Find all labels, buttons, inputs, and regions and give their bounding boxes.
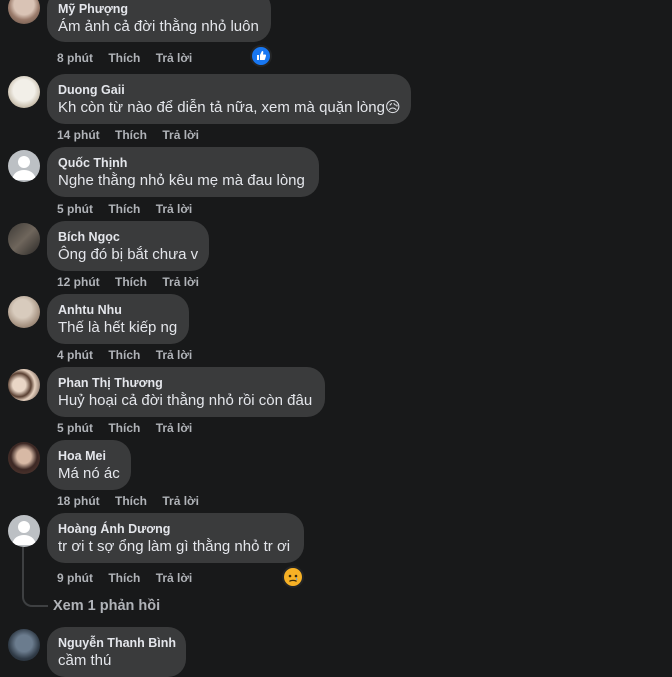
like-button[interactable]: Thích xyxy=(108,421,140,435)
like-button[interactable]: Thích xyxy=(115,494,147,508)
comment-actions: 8 phút Thích Trả lời xyxy=(57,51,204,65)
comment-text: Kh còn từ nào để diễn tả nữa, xem mà quặ… xyxy=(58,99,401,116)
comment-time[interactable]: 8 phút xyxy=(57,51,93,65)
reply-button[interactable]: Trả lời xyxy=(162,275,199,289)
comment-actions: 12 phút Thích Trả lời xyxy=(57,275,211,289)
comment-actions: 5 phút Thích Trả lời xyxy=(57,202,204,216)
comment-bubble: Nguyễn Thanh Bình cầm thú xyxy=(47,627,186,677)
reply-button[interactable]: Trả lời xyxy=(156,51,193,65)
reply-thread-elbow xyxy=(22,593,48,607)
comment-bubble: Phan Thị Thương Huỷ hoại cả đời thằng nh… xyxy=(47,367,325,417)
comment-actions: 14 phút Thích Trả lời xyxy=(57,128,211,142)
sad-reaction-icon[interactable] xyxy=(282,566,304,588)
like-button[interactable]: Thích xyxy=(108,348,140,362)
comment-time[interactable]: 12 phút xyxy=(57,275,100,289)
reply-button[interactable]: Trả lời xyxy=(156,348,193,362)
comment-time[interactable]: 5 phút xyxy=(57,421,93,435)
comment-actions: 18 phút Thích Trả lời xyxy=(57,494,211,508)
reply-button[interactable]: Trả lời xyxy=(162,494,199,508)
commenter-name[interactable]: Anhtu Nhu xyxy=(58,302,177,318)
reply-thread-line xyxy=(22,547,24,597)
comment-bubble: Anhtu Nhu Thế là hết kiếp ng xyxy=(47,294,189,344)
commenter-name[interactable]: Hoa Mei xyxy=(58,448,119,464)
comment-bubble: Mỹ Phượng Ám ảnh cả đời thằng nhỏ luôn xyxy=(47,0,271,42)
comment-time[interactable]: 9 phút xyxy=(57,571,93,585)
avatar[interactable] xyxy=(8,296,40,328)
comment-text: Thế là hết kiếp ng xyxy=(58,319,178,336)
comment-text: tr ơi t sợ ổng làm gì thằng nhỏ tr ơi xyxy=(58,538,291,555)
commenter-name[interactable]: Phan Thị Thương xyxy=(58,375,313,391)
reply-button[interactable]: Trả lời xyxy=(156,202,193,216)
comment-bubble: Duong Gaii Kh còn từ nào để diễn tả nữa,… xyxy=(47,74,411,124)
commenter-name[interactable]: Duong Gaii xyxy=(58,82,399,98)
like-button[interactable]: Thích xyxy=(108,571,140,585)
comment-text: Ông đó bị bắt chưa v xyxy=(58,246,199,263)
like-button[interactable]: Thích xyxy=(108,51,140,65)
comment-text: Ám ảnh cả đời thằng nhỏ luôn xyxy=(58,18,259,35)
comment-bubble: Bích Ngọc Ông đó bị bắt chưa v xyxy=(47,221,209,271)
avatar[interactable] xyxy=(8,223,40,255)
commenter-name[interactable]: Bích Ngọc xyxy=(58,229,197,245)
like-reaction-icon[interactable] xyxy=(250,45,272,67)
comment-bubble: Hoa Mei Má nó ác xyxy=(47,440,131,490)
avatar[interactable] xyxy=(8,442,40,474)
reply-button[interactable]: Trả lời xyxy=(162,128,199,142)
like-button[interactable]: Thích xyxy=(108,202,140,216)
comment-text: Má nó ác xyxy=(58,465,120,482)
comment-time[interactable]: 5 phút xyxy=(57,202,93,216)
like-button[interactable]: Thích xyxy=(115,275,147,289)
comment-time[interactable]: 18 phút xyxy=(57,494,100,508)
avatar[interactable] xyxy=(8,515,40,547)
comment-actions: 5 phút Thích Trả lời xyxy=(57,421,204,435)
comment-text: Nghe thằng nhỏ kêu mẹ mà đau lòng xyxy=(58,172,305,189)
reply-button[interactable]: Trả lời xyxy=(156,421,193,435)
comment-bubble: Quốc Thịnh Nghe thằng nhỏ kêu mẹ mà đau … xyxy=(47,147,319,197)
view-replies-link[interactable]: Xem 1 phản hồi xyxy=(53,598,160,614)
avatar[interactable] xyxy=(8,629,40,661)
comment-actions: 9 phút Thích Trả lời xyxy=(57,571,204,585)
like-button[interactable]: Thích xyxy=(115,128,147,142)
comment-text: Huỷ hoại cả đời thằng nhỏ rồi còn đâu xyxy=(58,392,313,409)
commenter-name[interactable]: Mỹ Phượng xyxy=(58,1,259,17)
comment-text: cầm thú xyxy=(58,652,112,669)
comment-time[interactable]: 4 phút xyxy=(57,348,93,362)
comment-time[interactable]: 14 phút xyxy=(57,128,100,142)
commenter-name[interactable]: Quốc Thịnh xyxy=(58,155,307,171)
comment-bubble: Hoàng Ánh Dương tr ơi t sợ ổng làm gì th… xyxy=(47,513,304,563)
comment-actions: 4 phút Thích Trả lời xyxy=(57,348,204,362)
avatar[interactable] xyxy=(8,0,40,24)
avatar[interactable] xyxy=(8,76,40,108)
avatar[interactable] xyxy=(8,150,40,182)
reply-button[interactable]: Trả lời xyxy=(156,571,193,585)
commenter-name[interactable]: Hoàng Ánh Dương xyxy=(58,521,292,537)
avatar[interactable] xyxy=(8,369,40,401)
commenter-name[interactable]: Nguyễn Thanh Bình xyxy=(58,635,176,651)
